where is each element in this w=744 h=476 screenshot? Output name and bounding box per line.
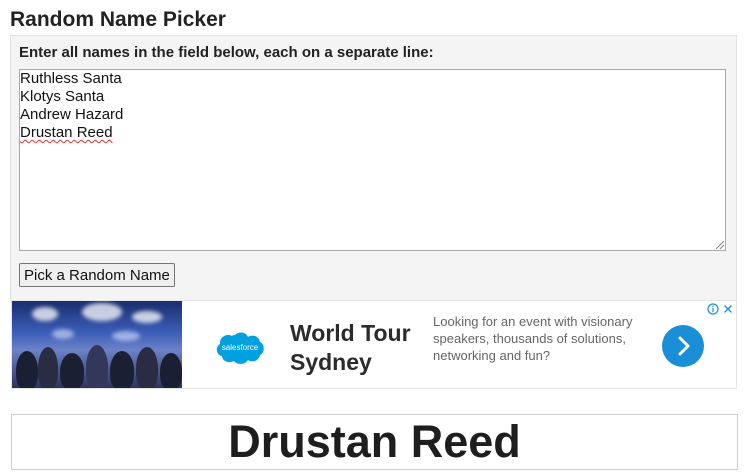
ad-body-text: Looking for an event with visionary spea… xyxy=(433,314,633,363)
names-textarea[interactable]: Ruthless Santa Klotys Santa Andrew Hazar… xyxy=(19,69,726,251)
name-line: Andrew Hazard xyxy=(20,106,124,123)
spellcheck-word: Drustan Reed xyxy=(20,124,113,141)
resize-handle[interactable] xyxy=(716,241,724,249)
name-line: Klotys Santa xyxy=(20,88,105,105)
page-title: Random Name Picker xyxy=(10,8,226,31)
info-icon[interactable] xyxy=(706,303,719,316)
name-line: Drustan Reed xyxy=(20,124,725,142)
name-line: Ruthless Santa xyxy=(20,70,122,87)
ad-headline[interactable]: World Tour Sydney xyxy=(290,319,420,377)
close-icon[interactable] xyxy=(721,303,734,316)
chevron-right-icon xyxy=(678,336,690,356)
pick-random-name-button[interactable]: Pick a Random Name xyxy=(19,263,175,287)
ad-choices[interactable] xyxy=(706,303,734,316)
picker-panel: Enter all names in the field below, each… xyxy=(10,35,737,301)
picked-name-result: Drustan Reed xyxy=(11,414,738,470)
names-field-label: Enter all names in the field below, each… xyxy=(19,44,434,61)
page: Random Name Picker Enter all names in th… xyxy=(0,0,744,476)
ad-banner[interactable]: salesforce World Tour Sydney Looking for… xyxy=(11,300,737,389)
salesforce-logo: salesforce xyxy=(215,331,265,365)
ad-open-button[interactable] xyxy=(662,325,704,367)
ad-conference-photo xyxy=(12,301,182,388)
